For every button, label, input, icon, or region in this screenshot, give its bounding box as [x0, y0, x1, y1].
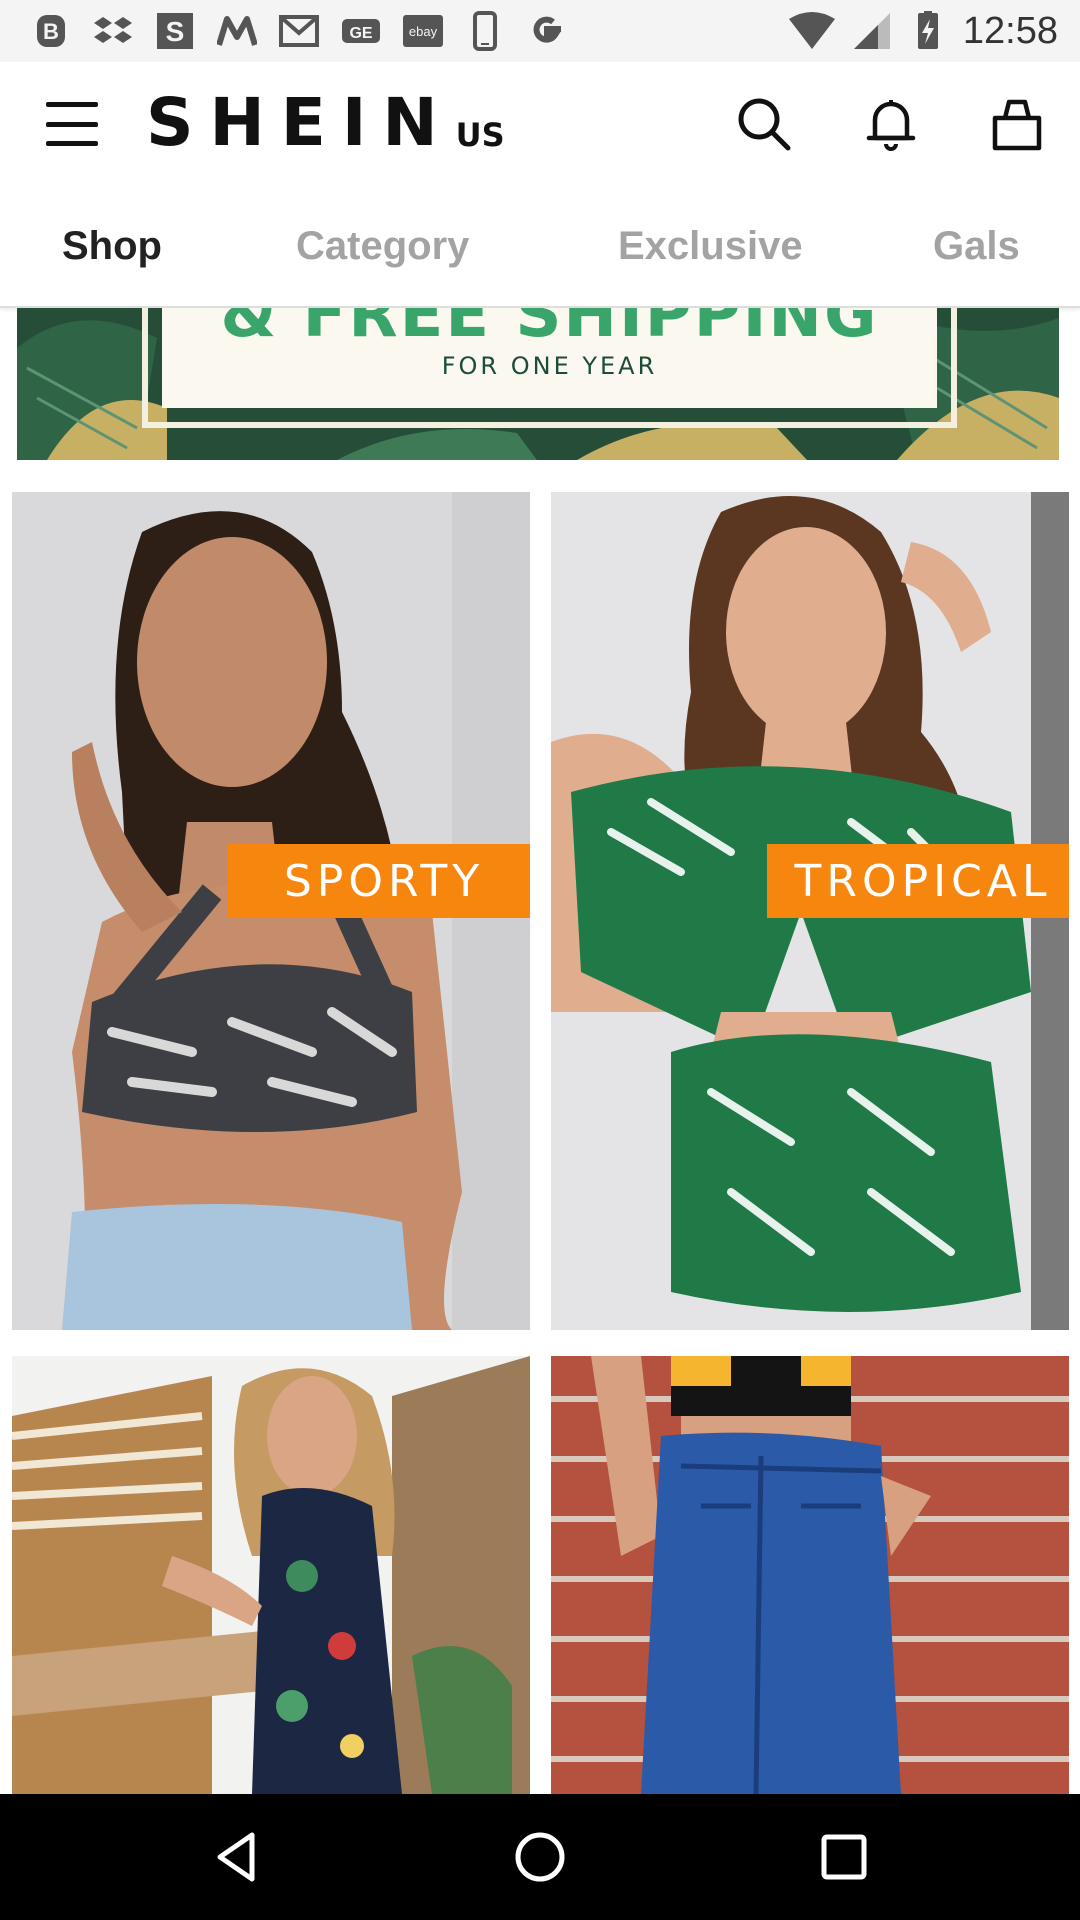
shopping-bag-icon[interactable]: [987, 94, 1047, 154]
android-nav-bar: [0, 1794, 1080, 1920]
menu-icon-line: [46, 141, 98, 146]
battery-icon: [907, 10, 949, 52]
tab-category[interactable]: Category: [296, 224, 469, 269]
search-icon[interactable]: [734, 94, 794, 154]
tab-gals[interactable]: Gals: [933, 224, 1020, 269]
denim-model-image: [551, 1356, 1069, 1794]
banner-subtitle: FOR ONE YEAR: [441, 352, 658, 380]
tag-sporty: SPORTY: [228, 844, 530, 918]
menu-icon-line: [46, 102, 98, 107]
app-header: SHEIN US: [0, 62, 1080, 192]
home-icon[interactable]: [510, 1827, 570, 1887]
b-icon: B: [30, 10, 72, 52]
signal-icon: [851, 10, 893, 52]
dropbox-icon: [92, 10, 134, 52]
logo-text: SHEIN: [146, 84, 454, 161]
product-tile-floral[interactable]: [12, 1356, 530, 1794]
tab-exclusive[interactable]: Exclusive: [618, 224, 803, 269]
menu-icon-line: [46, 121, 98, 127]
tab-bar: Shop Category Exclusive Gals: [0, 192, 1080, 308]
gmail-icon: [278, 10, 320, 52]
product-tile-denim[interactable]: [551, 1356, 1069, 1794]
banner-card: & FREE SHIPPING FOR ONE YEAR: [162, 308, 937, 408]
product-tile-sporty[interactable]: SPORTY: [12, 492, 530, 1330]
banner-title: & FREE SHIPPING: [220, 308, 879, 352]
floral-model-image: [12, 1356, 530, 1794]
logo[interactable]: SHEIN US: [146, 90, 505, 156]
bell-icon[interactable]: [861, 94, 921, 154]
back-icon[interactable]: [206, 1827, 266, 1887]
menu-button[interactable]: [46, 102, 98, 146]
promo-banner[interactable]: & FREE SHIPPING FOR ONE YEAR: [17, 308, 1059, 460]
ebay-icon-label: ebay: [409, 24, 438, 39]
ge-icon-label: GE: [349, 25, 372, 42]
wifi-icon: [787, 10, 837, 52]
status-bar: B S GE ebay 12:58: [0, 0, 1080, 62]
region-label: US: [455, 116, 505, 154]
ge-icon: GE: [340, 10, 382, 52]
svg-text:B: B: [43, 19, 59, 44]
tag-tropical: TROPICAL: [767, 844, 1069, 918]
google-icon: [526, 10, 568, 52]
ebay-icon: ebay: [402, 10, 444, 52]
screen: B S GE ebay 12:58 SHEIN US Shop Category…: [0, 0, 1080, 1920]
recents-icon[interactable]: [814, 1827, 874, 1887]
m-icon: [216, 10, 258, 52]
notification-icons: B S GE ebay: [30, 10, 568, 52]
s-icon: S: [154, 10, 196, 52]
tab-shop[interactable]: Shop: [62, 224, 162, 269]
phone-icon: [464, 10, 506, 52]
product-tile-tropical[interactable]: TROPICAL: [551, 492, 1069, 1330]
s-icon-label: S: [166, 16, 185, 47]
system-status: 12:58: [787, 10, 1058, 53]
clock: 12:58: [962, 9, 1058, 52]
